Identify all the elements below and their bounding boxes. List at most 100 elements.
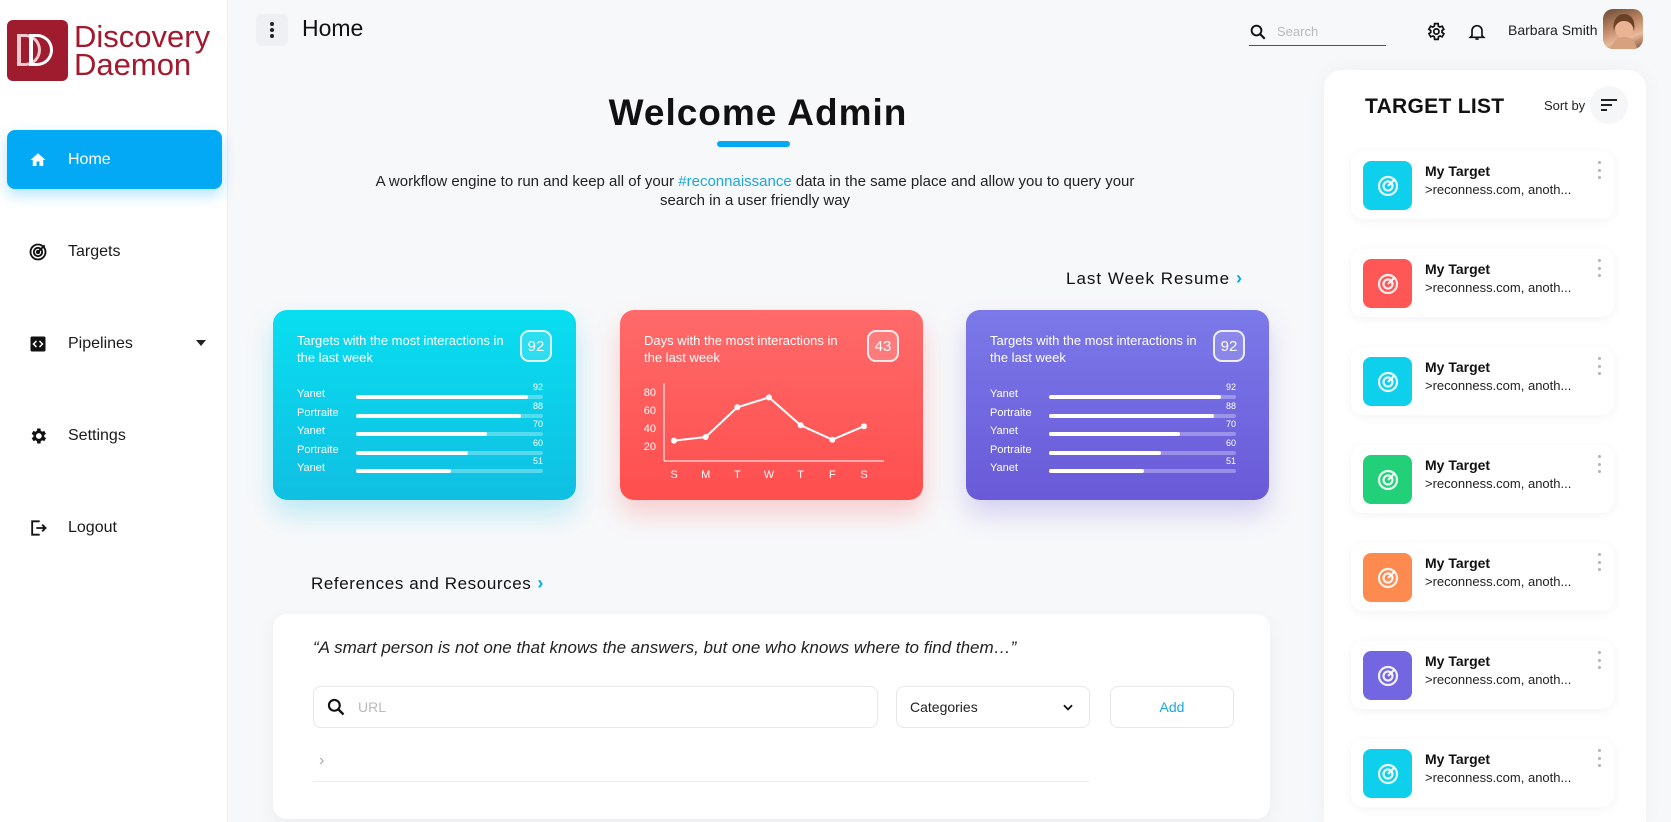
target-description: >reconness.com, anoth... — [1425, 280, 1572, 295]
target-icon — [1363, 455, 1412, 504]
more-vertical-icon[interactable] — [1594, 161, 1604, 179]
notifications-button[interactable] — [1466, 20, 1488, 42]
more-vertical-icon[interactable] — [1594, 357, 1604, 375]
x-tick-label: S — [670, 469, 677, 481]
bar-value: 60 — [532, 437, 543, 448]
sidebar-item-pipelines[interactable]: Pipelines — [7, 314, 222, 373]
bar-track — [1049, 469, 1236, 473]
target-description: >reconness.com, anoth... — [1425, 770, 1572, 785]
more-menu-button[interactable] — [256, 14, 288, 46]
bell-icon — [1468, 24, 1486, 40]
references-panel: “A smart person is not one that knows th… — [273, 614, 1270, 819]
target-name: My Target — [1425, 653, 1491, 669]
url-input[interactable] — [358, 699, 838, 715]
bar-value: 88 — [1225, 400, 1236, 411]
bar-label: Portraite — [297, 406, 339, 419]
target-icon — [1363, 259, 1412, 308]
bar-row: Yanet 92 — [297, 382, 552, 405]
bar-label: Yanet — [297, 462, 325, 474]
card-badge: 92 — [520, 330, 552, 362]
chevron-down-icon[interactable] — [196, 340, 206, 346]
target-card[interactable]: My Target >reconness.com, anoth... — [1351, 151, 1614, 219]
target-card[interactable]: My Target >reconness.com, anoth... — [1351, 347, 1614, 415]
target-card[interactable]: My Target >reconness.com, anoth... — [1351, 739, 1614, 807]
welcome-title: Welcome Admin — [608, 92, 908, 133]
user-name[interactable]: Barbara Smith — [1508, 22, 1597, 38]
data-point — [702, 434, 709, 440]
sidebar-item-home[interactable]: Home — [7, 130, 222, 189]
bar-track — [356, 432, 543, 436]
more-vertical-icon[interactable] — [1594, 749, 1604, 767]
line-series — [673, 396, 865, 442]
bar-value: 92 — [532, 382, 543, 392]
bar-label: Portraite — [990, 443, 1032, 456]
sidebar-item-logout[interactable]: Logout — [7, 498, 222, 557]
more-vertical-icon[interactable] — [1594, 455, 1604, 473]
y-tick-label: 20 — [644, 441, 656, 453]
bar-row: Yanet 51 — [297, 456, 552, 479]
sidebar-item-settings[interactable]: Settings — [7, 406, 222, 465]
target-list-title: TARGET LIST — [1365, 95, 1505, 118]
add-button[interactable]: Add — [1110, 686, 1234, 728]
bar-label: Portraite — [297, 443, 339, 456]
sort-icon — [1601, 99, 1617, 111]
target-name: My Target — [1425, 163, 1491, 179]
sidebar-item-targets[interactable]: Targets — [7, 222, 222, 281]
sort-by-label[interactable]: Sort by — [1544, 98, 1585, 113]
y-tick-label: 40 — [644, 423, 656, 435]
chevron-right-icon[interactable]: › — [319, 752, 324, 770]
stats-card-targets: Targets with the most interactions in th… — [273, 310, 576, 500]
y-tick-label: 80 — [644, 387, 656, 399]
bar-fill — [1049, 413, 1214, 418]
x-tick-label: M — [701, 469, 710, 481]
bar-track — [356, 413, 543, 418]
y-tick-label: 60 — [644, 405, 656, 417]
bar-fill — [356, 450, 469, 455]
chevron-right-icon: › — [1236, 268, 1244, 288]
target-description: >reconness.com, anoth... — [1425, 574, 1572, 589]
card-title: Days with the most interactions in the l… — [644, 333, 838, 365]
target-card[interactable]: My Target >reconness.com, anoth... — [1351, 543, 1614, 611]
resource-row[interactable]: › — [313, 742, 1089, 782]
last-week-resume-link[interactable]: Last Week Resume › — [1066, 268, 1243, 289]
target-card[interactable]: My Target >reconness.com, anoth... — [1351, 641, 1614, 709]
chevron-right-icon: › — [537, 573, 545, 593]
settings-button[interactable] — [1424, 20, 1446, 42]
sidebar-item-label: Targets — [68, 242, 121, 260]
target-card[interactable]: My Target >reconness.com, anoth... — [1351, 249, 1614, 317]
more-vertical-icon[interactable] — [1594, 651, 1604, 669]
welcome-underline — [717, 141, 790, 147]
search-input[interactable] — [1277, 24, 1377, 39]
data-point — [766, 394, 772, 401]
target-icon — [1363, 749, 1412, 798]
bar-row: Portraite 88 — [990, 401, 1245, 424]
search-box[interactable] — [1249, 18, 1386, 46]
bar-label: Yanet — [990, 388, 1018, 400]
search-icon — [327, 698, 345, 716]
target-card[interactable]: My Target >reconness.com, anoth... — [1351, 445, 1614, 513]
bar-fill — [1049, 432, 1180, 436]
logo-line-2: Daemon — [74, 46, 192, 82]
bar-track — [1049, 395, 1236, 399]
url-field[interactable] — [313, 686, 878, 728]
references-link[interactable]: References and Resources › — [311, 573, 544, 594]
more-vertical-icon[interactable] — [1594, 553, 1604, 571]
sort-button[interactable] — [1590, 86, 1628, 124]
data-point — [829, 436, 836, 443]
categories-select[interactable]: Categories — [896, 686, 1090, 728]
logo-text: Discovery Daemon — [74, 21, 210, 82]
target-description: >reconness.com, anoth... — [1425, 182, 1572, 197]
sidebar-item-label: Home — [68, 150, 111, 168]
target-description: >reconness.com, anoth... — [1425, 378, 1572, 393]
bar-track — [1049, 432, 1236, 436]
more-vertical-icon[interactable] — [1594, 259, 1604, 277]
bar-label: Yanet — [297, 425, 325, 437]
app-logo[interactable]: Discovery Daemon — [7, 20, 210, 81]
stats-card-days: Days with the most interactions in the l… — [620, 310, 923, 500]
more-vertical-icon — [270, 22, 274, 38]
reconnaissance-link[interactable]: #reconnaissance — [678, 173, 791, 190]
avatar[interactable] — [1603, 9, 1643, 49]
x-tick-label: W — [764, 469, 775, 481]
bar-row: Yanet 70 — [297, 419, 552, 442]
quote-text: “A smart person is not one that knows th… — [313, 638, 1017, 657]
